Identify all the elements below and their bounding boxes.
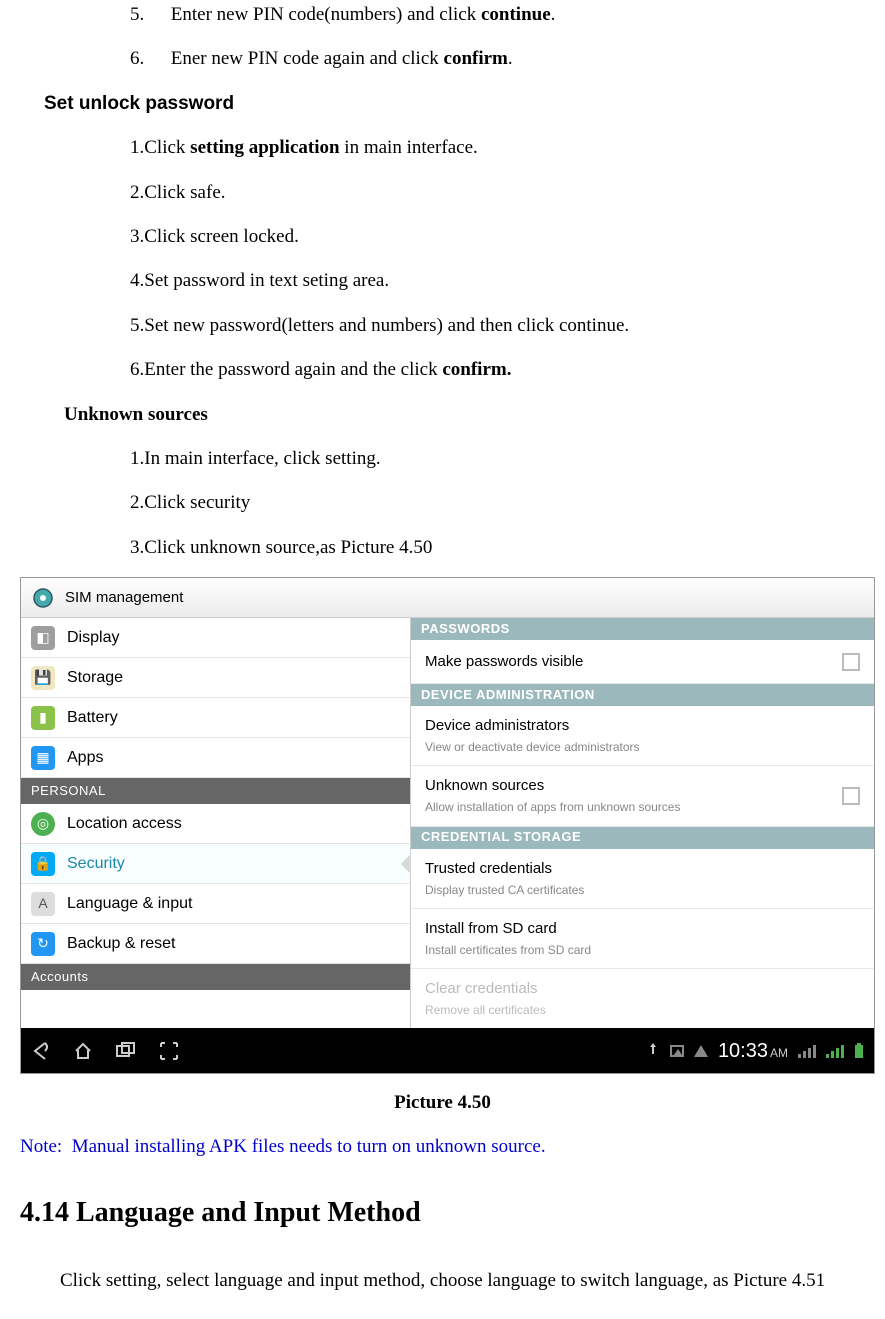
sidebar-label: Location access bbox=[67, 811, 182, 837]
sidebar-item-apps[interactable]: ▦ Apps bbox=[21, 738, 410, 778]
step-item: 4.Set password in text seting area. bbox=[130, 266, 865, 296]
sidebar-label: Apps bbox=[67, 745, 103, 771]
android-navbar: 10:33AM bbox=[21, 1028, 874, 1073]
text: in main interface. bbox=[340, 137, 478, 158]
heading-set-unlock-password: Set unlock password bbox=[44, 89, 865, 119]
section-header-passwords: PASSWORDS bbox=[411, 618, 874, 640]
sidebar-label: Battery bbox=[67, 705, 118, 731]
checkbox[interactable] bbox=[842, 787, 860, 805]
sidebar-label: Storage bbox=[67, 665, 123, 691]
setting-title: Trusted credentials bbox=[425, 857, 584, 881]
usb-icon bbox=[646, 1042, 660, 1060]
list-number: 6. bbox=[130, 44, 166, 74]
setting-install-from-sd[interactable]: Install from SD card Install certificate… bbox=[411, 909, 874, 969]
language-icon: A bbox=[31, 892, 55, 916]
list-item-5: 5. Enter new PIN code(numbers) and click… bbox=[130, 0, 865, 30]
setting-device-administrators[interactable]: Device administrators View or deactivate… bbox=[411, 706, 874, 766]
sidebar-item-location-access[interactable]: ◎ Location access bbox=[21, 804, 410, 844]
screenshot-picture-4-50: SIM management ◧ Display 💾 Storage ▮ Bat… bbox=[20, 577, 875, 1074]
section-header-personal: PERSONAL bbox=[21, 778, 410, 804]
setting-subtitle: Remove all certificates bbox=[425, 1001, 546, 1020]
signal-icon-2 bbox=[826, 1044, 844, 1058]
battery-icon bbox=[854, 1043, 864, 1059]
display-icon: ◧ bbox=[31, 626, 55, 650]
home-icon[interactable] bbox=[73, 1041, 93, 1061]
section-header-accounts: Accounts bbox=[21, 964, 410, 990]
checkbox[interactable] bbox=[842, 653, 860, 671]
setting-subtitle: Install certificates from SD card bbox=[425, 941, 591, 960]
sidebar-item-battery[interactable]: ▮ Battery bbox=[21, 698, 410, 738]
lock-icon: 🔒 bbox=[31, 852, 55, 876]
battery-icon: ▮ bbox=[31, 706, 55, 730]
sidebar-label: Display bbox=[67, 625, 119, 651]
setting-subtitle: View or deactivate device administrators bbox=[425, 738, 640, 757]
sidebar-label: Backup & reset bbox=[67, 931, 176, 957]
text-bold: confirm bbox=[444, 48, 508, 69]
setting-subtitle: Display trusted CA certificates bbox=[425, 881, 584, 900]
selected-indicator-icon bbox=[401, 854, 411, 874]
setting-unknown-sources[interactable]: Unknown sources Allow installation of ap… bbox=[411, 766, 874, 826]
note-text: Note: Manual installing APK files needs … bbox=[20, 1132, 865, 1162]
sidebar-item-storage[interactable]: 💾 Storage bbox=[21, 658, 410, 698]
back-icon[interactable] bbox=[31, 1041, 51, 1061]
signal-icon bbox=[798, 1044, 816, 1058]
recent-apps-icon[interactable] bbox=[115, 1041, 137, 1061]
step-item: 2.Click security bbox=[130, 488, 865, 518]
section-header-credential-storage: CREDENTIAL STORAGE bbox=[411, 827, 874, 849]
figure-caption: Picture 4.50 bbox=[20, 1088, 865, 1118]
settings-icon bbox=[31, 586, 55, 610]
step-item: 1.Click setting application in main inte… bbox=[130, 133, 865, 163]
step-item: 2.Click safe. bbox=[130, 178, 865, 208]
step-item: 3.Click unknown source,as Picture 4.50 bbox=[130, 533, 865, 563]
note-label: Note: bbox=[20, 1136, 62, 1157]
clock-time: 10:33AM bbox=[718, 1035, 788, 1067]
setting-make-passwords-visible[interactable]: Make passwords visible bbox=[411, 640, 874, 684]
sidebar-label: Language & input bbox=[67, 891, 192, 917]
text-bold: confirm. bbox=[442, 359, 511, 380]
step-item: 5.Set new password(letters and numbers) … bbox=[130, 311, 865, 341]
text: 1.Click bbox=[130, 137, 190, 158]
setting-title: Device administrators bbox=[425, 714, 640, 738]
list-item-6: 6. Ener new PIN code again and click con… bbox=[130, 44, 865, 74]
text-bold: continue bbox=[481, 4, 551, 25]
storage-icon: 💾 bbox=[31, 666, 55, 690]
list-number: 5. bbox=[130, 0, 166, 30]
sidebar-item-display[interactable]: ◧ Display bbox=[21, 618, 410, 658]
step-item: 1.In main interface, click setting. bbox=[130, 444, 865, 474]
setting-title: Clear credentials bbox=[425, 977, 546, 1001]
setting-title: Unknown sources bbox=[425, 774, 680, 798]
sidebar-item-security[interactable]: 🔒 Security bbox=[21, 844, 410, 884]
step-item: 6.Enter the password again and the click… bbox=[130, 355, 865, 385]
download-icon bbox=[670, 1045, 684, 1057]
screenshot-icon[interactable] bbox=[159, 1041, 179, 1061]
sidebar-item-backup-reset[interactable]: ↻ Backup & reset bbox=[21, 924, 410, 964]
apps-icon: ▦ bbox=[31, 746, 55, 770]
settings-detail-panel: PASSWORDS Make passwords visible DEVICE … bbox=[411, 618, 874, 1028]
setting-subtitle: Allow installation of apps from unknown … bbox=[425, 798, 680, 817]
backup-icon: ↻ bbox=[31, 932, 55, 956]
note-body: Manual installing APK files needs to tur… bbox=[72, 1136, 546, 1157]
header-title: SIM management bbox=[65, 586, 183, 610]
text-bold: setting application bbox=[190, 137, 339, 158]
paragraph: Click setting, select language and input… bbox=[60, 1266, 845, 1296]
setting-trusted-credentials[interactable]: Trusted credentials Display trusted CA c… bbox=[411, 849, 874, 909]
location-icon: ◎ bbox=[31, 812, 55, 836]
section-header-device-admin: DEVICE ADMINISTRATION bbox=[411, 684, 874, 706]
step-item: 3.Click screen locked. bbox=[130, 222, 865, 252]
sidebar-label: Security bbox=[67, 851, 125, 877]
heading-4-14: 4.14 Language and Input Method bbox=[20, 1191, 865, 1236]
text: . bbox=[508, 48, 513, 69]
setting-clear-credentials: Clear credentials Remove all certificate… bbox=[411, 969, 874, 1028]
setting-title: Make passwords visible bbox=[425, 650, 583, 674]
text: Enter new PIN code(numbers) and click bbox=[171, 4, 481, 25]
setting-title: Install from SD card bbox=[425, 917, 591, 941]
screenshot-header: SIM management bbox=[21, 578, 874, 618]
text: 6.Enter the password again and the click bbox=[130, 359, 442, 380]
heading-unknown-sources: Unknown sources bbox=[64, 400, 865, 430]
settings-sidebar: ◧ Display 💾 Storage ▮ Battery ▦ Apps PER… bbox=[21, 618, 411, 1028]
text: Ener new PIN code again and click bbox=[171, 48, 444, 69]
sidebar-item-language-input[interactable]: A Language & input bbox=[21, 884, 410, 924]
text: . bbox=[551, 4, 556, 25]
warning-icon bbox=[694, 1045, 708, 1057]
